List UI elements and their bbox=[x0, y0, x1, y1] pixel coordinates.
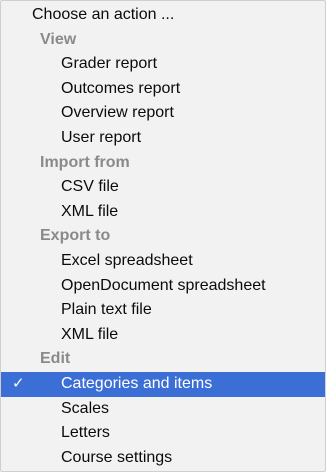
checkmark-icon: ✓ bbox=[12, 374, 25, 392]
menu-item-grader-report[interactable]: Grader report bbox=[1, 52, 325, 77]
menu-item-export-xml[interactable]: XML file bbox=[1, 323, 325, 348]
menu-item-export-opendocument[interactable]: OpenDocument spreadsheet bbox=[1, 274, 325, 299]
menu-item-course-settings[interactable]: Course settings bbox=[1, 446, 325, 471]
menu-item-import-csv[interactable]: CSV file bbox=[1, 175, 325, 200]
menu-item-outcomes-report[interactable]: Outcomes report bbox=[1, 77, 325, 102]
group-label-view: View bbox=[40, 30, 77, 48]
menu-item-user-report[interactable]: User report bbox=[1, 126, 325, 151]
menu-item-import-xml[interactable]: XML file bbox=[1, 200, 325, 225]
menu-item-label: Categories and items bbox=[61, 374, 213, 392]
menu-item-categories-and-items[interactable]: ✓ Categories and items bbox=[1, 371, 325, 397]
menu-option-choose-action[interactable]: Choose an action ... bbox=[1, 3, 325, 28]
group-label-edit: Edit bbox=[40, 350, 71, 368]
menu-item-letters[interactable]: Letters bbox=[1, 421, 325, 446]
menu-item-scales[interactable]: Scales bbox=[1, 397, 325, 422]
menu-item-overview-report[interactable]: Overview report bbox=[1, 101, 325, 126]
group-label-import-from: Import from bbox=[40, 153, 130, 171]
menu-item-export-plain-text[interactable]: Plain text file bbox=[1, 298, 325, 323]
action-select-menu[interactable]: Choose an action ... View Grader report … bbox=[0, 0, 326, 472]
menu-item-export-excel[interactable]: Excel spreadsheet bbox=[1, 249, 325, 274]
group-label-export-to: Export to bbox=[40, 227, 111, 245]
